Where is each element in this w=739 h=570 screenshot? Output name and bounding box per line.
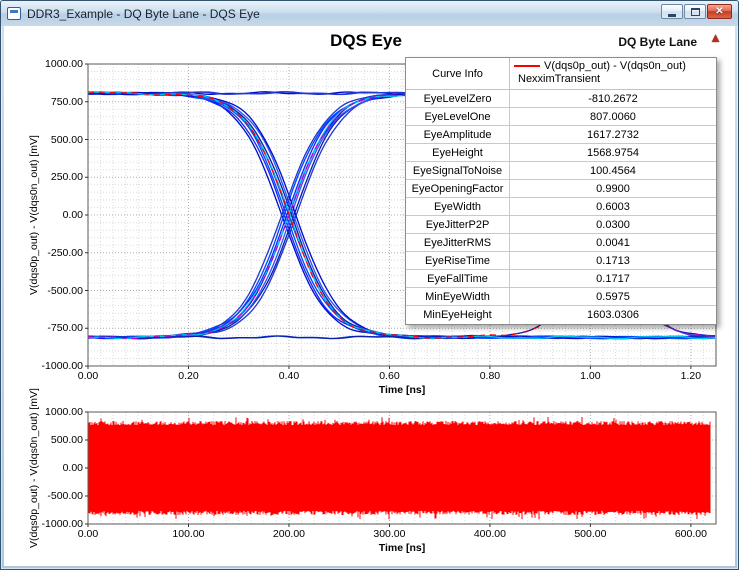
y-tick-label: 0.00 [62,462,83,474]
report-window: DDR3_Example - DQ Byte Lane - DQS Eye ✕ … [0,0,739,570]
design-corner-label: DQ Byte Lane [618,35,697,49]
curve-info-label: MinEyeWidth [406,288,510,305]
minimize-icon [668,13,676,17]
x-tick-label: 300.00 [373,528,406,540]
curve-info-label: EyeSignalToNoise [406,162,510,179]
curve-info-row: EyeRiseTime 0.1713 [406,252,716,270]
curve-info-row: EyeLevelZero -810.2672 [406,90,716,108]
y-tick-label: 750.00 [50,95,83,108]
curve-info-value: 0.0041 [596,236,630,249]
x-tick-label: 1.20 [680,370,702,382]
curve-info-label: EyeWidth [406,198,510,215]
close-icon: ✕ [715,5,724,17]
window-controls: ✕ [661,4,732,19]
curve-info-label: EyeHeight [406,144,510,161]
x-tick-label: 0.40 [278,370,300,382]
x-tick-label: 500.00 [574,528,607,540]
legend-series-name: V(dqs0p_out) - V(dqs0n_out) [544,60,686,72]
y-tick-label: 1000.00 [45,58,83,70]
x-tick-label: 1.00 [580,370,601,382]
curve-info-row: EyeJitterP2P 0.0300 [406,216,716,234]
report-canvas: DQS Eye DQ Byte Lane ▲ Curve Info V(dqs0… [4,26,735,566]
y-axis-title: V(dqs0p_out) - V(dqs0n_out) [mV] [28,388,40,548]
window-title: DDR3_Example - DQ Byte Lane - DQS Eye [27,6,260,21]
curve-info-label: EyeLevelZero [406,90,510,107]
y-tick-label: 500.00 [50,133,83,146]
y-tick-label: -500.00 [47,284,83,297]
curve-info-value: 100.4564 [590,164,636,177]
window-icon [7,7,21,20]
y-tick-label: 500.00 [50,434,83,446]
y-tick-label: 1000.00 [45,406,83,418]
legend-line-icon [514,65,540,67]
x-tick-label: 200.00 [272,528,306,540]
minimize-button[interactable] [661,4,683,19]
curve-info-label: EyeFallTime [406,270,510,287]
curve-info-value: 807.0060 [590,110,636,123]
y-tick-label: -1000.00 [41,518,83,530]
curve-info-row: EyeLevelOne 807.0060 [406,108,716,126]
curve-info-label: EyeJitterP2P [406,216,510,233]
y-tick-label: 250.00 [50,171,83,184]
curve-info-label: EyeRiseTime [406,252,510,269]
x-tick-label: 400.00 [473,528,506,540]
close-button[interactable]: ✕ [707,4,732,19]
curve-info-row: EyeFallTime 0.1717 [406,270,716,288]
curve-info-value: 0.6003 [596,200,630,213]
curve-info-row: MinEyeWidth 0.5975 [406,288,716,306]
curve-info-rows: EyeLevelZero -810.2672 EyeLevelOne 807.0060… [406,90,716,324]
curve-info-label: EyeJitterRMS [406,234,510,251]
curve-info-label: EyeAmplitude [406,126,510,143]
curve-info-value: 1603.0306 [587,309,639,321]
y-tick-label: -750.00 [47,322,83,335]
x-axis-title: Time [ns] [378,384,426,396]
curve-info-row: MinEyeHeight 1603.0306 [406,306,716,324]
x-tick-label: 100.00 [172,528,205,540]
curve-info-value: 0.5975 [596,290,630,303]
x-tick-label: 0.60 [379,370,400,382]
curve-info-header: Curve Info V(dqs0p_out) - V(dqs0n_out) N… [406,58,716,90]
maximize-icon [690,7,700,16]
y-tick-label: -1000.00 [41,360,83,372]
x-tick-label: 0.20 [178,370,199,382]
curve-legend: V(dqs0p_out) - V(dqs0n_out) NexximTransi… [510,58,716,89]
x-tick-label: 0.80 [479,370,501,382]
y-tick-label: 0.00 [62,209,83,221]
curve-info-value: 1617.2732 [587,128,639,141]
titlebar[interactable]: DDR3_Example - DQ Byte Lane - DQS Eye ✕ [1,1,738,26]
curve-info-title: Curve Info [406,58,510,89]
curve-info-value: 1568.9754 [587,146,639,159]
plot-title: DQS Eye [330,31,402,50]
y-tick-label: -500.00 [47,490,83,502]
curve-info-row: EyeOpeningFactor 0.9900 [406,180,716,198]
curve-info-value: 0.1717 [596,272,630,285]
curve-info-label: EyeOpeningFactor [406,180,510,197]
x-tick-label: 600.00 [674,528,707,540]
curve-info-table[interactable]: Curve Info V(dqs0p_out) - V(dqs0n_out) N… [405,57,717,325]
y-axis-title: V(dqs0p_out) - V(dqs0n_out) [mV] [28,135,40,295]
curve-info-value: 0.0300 [596,218,630,231]
curve-info-row: EyeJitterRMS 0.0041 [406,234,716,252]
legend-solution-name: NexximTransient [518,73,601,85]
curve-info-value: 0.9900 [596,182,630,195]
x-axis-title: Time [ns] [378,542,426,554]
curve-info-value: 0.1713 [596,254,630,267]
marker-triangle-icon: ▲ [709,30,722,45]
curve-info-row: EyeSignalToNoise 100.4564 [406,162,716,180]
curve-info-label: EyeLevelOne [406,108,510,125]
curve-info-row: EyeHeight 1568.9754 [406,144,716,162]
y-tick-label: -250.00 [47,246,83,259]
curve-info-value: -810.2672 [588,92,638,105]
curve-info-row: EyeAmplitude 1617.2732 [406,126,716,144]
maximize-button[interactable] [684,4,706,19]
curve-info-label: MinEyeHeight [406,306,510,324]
curve-info-row: EyeWidth 0.6003 [406,198,716,216]
